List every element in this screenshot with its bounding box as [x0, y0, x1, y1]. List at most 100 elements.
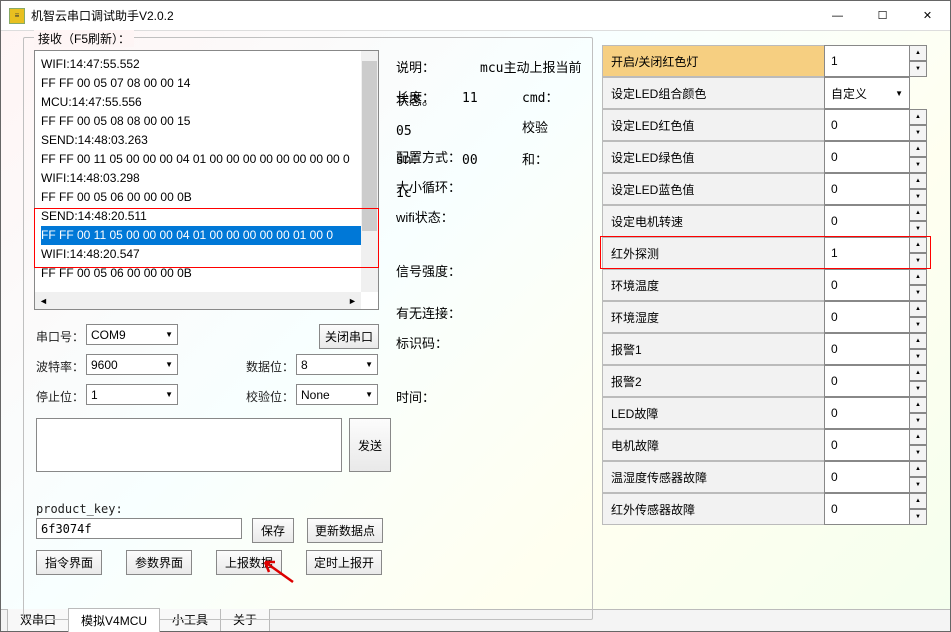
spin-up-icon[interactable]: ▲ [909, 45, 927, 61]
spin-up-icon[interactable]: ▲ [909, 141, 927, 157]
spin-up-icon[interactable]: ▲ [909, 205, 927, 221]
save-button[interactable]: 保存 [252, 518, 294, 543]
spin-down-icon[interactable]: ▼ [909, 125, 927, 141]
spinner: ▲▼ [909, 109, 927, 141]
log-line[interactable]: SEND:14:48:20.511 [41, 207, 372, 226]
property-value[interactable]: 0 [824, 301, 910, 333]
tab-sim-v4mcu[interactable]: 模拟V4MCU [68, 608, 160, 632]
close-port-button[interactable]: 关闭串口 [319, 324, 379, 349]
spin-down-icon[interactable]: ▼ [909, 381, 927, 397]
log-line[interactable]: SEND:14:48:03.263 [41, 131, 372, 150]
property-value[interactable]: 0 [824, 333, 910, 365]
port-combo[interactable]: COM9▼ [86, 324, 178, 345]
spin-up-icon[interactable]: ▲ [909, 237, 927, 253]
spin-down-icon[interactable]: ▼ [909, 189, 927, 205]
send-button[interactable]: 发送 [349, 418, 391, 472]
recv-vscroll[interactable] [361, 51, 378, 292]
property-name: 设定LED红色值 [602, 109, 825, 141]
property-list: 开启/关闭红色灯1▲▼设定LED组合颜色自定义▼设定LED红色值0▲▼设定LED… [602, 45, 928, 525]
property-value[interactable]: 自定义▼ [824, 77, 910, 109]
property-value[interactable]: 0 [824, 365, 910, 397]
databit-combo[interactable]: 8▼ [296, 354, 378, 375]
spin-down-icon[interactable]: ▼ [909, 349, 927, 365]
scroll-right-icon[interactable]: ► [344, 292, 361, 309]
log-line[interactable]: FF FF 00 05 08 08 00 00 15 [41, 112, 372, 131]
property-value[interactable]: 0 [824, 173, 910, 205]
property-value[interactable]: 0 [824, 429, 910, 461]
log-line[interactable]: FF FF 00 05 06 00 00 00 0B [41, 188, 372, 207]
recv-log[interactable]: WIFI:14:47:55.552FF FF 00 05 07 08 00 00… [34, 50, 379, 310]
spin-up-icon[interactable]: ▲ [909, 429, 927, 445]
spin-down-icon[interactable]: ▼ [909, 509, 927, 525]
wifi-label: wifi状态： [396, 202, 462, 234]
spin-up-icon[interactable]: ▲ [909, 269, 927, 285]
chevron-down-icon: ▼ [365, 390, 373, 399]
spin-down-icon[interactable]: ▼ [909, 413, 927, 429]
property-row: 报警10▲▼ [602, 333, 928, 365]
spin-down-icon[interactable]: ▼ [909, 477, 927, 493]
log-line[interactable]: WIFI:14:47:55.552 [41, 55, 372, 74]
chevron-down-icon: ▼ [895, 89, 903, 98]
property-name: LED故障 [602, 397, 825, 429]
property-value[interactable]: 0 [824, 109, 910, 141]
spin-up-icon[interactable]: ▲ [909, 397, 927, 413]
log-line[interactable]: WIFI:14:48:03.298 [41, 169, 372, 188]
property-value[interactable]: 0 [824, 205, 910, 237]
spin-down-icon[interactable]: ▼ [909, 285, 927, 301]
spin-up-icon[interactable]: ▲ [909, 493, 927, 509]
log-line[interactable]: WIFI:14:48:20.547 [41, 245, 372, 264]
recv-hscroll[interactable]: ◄ ► [35, 292, 361, 309]
spinner: ▲▼ [909, 173, 927, 205]
spin-down-icon[interactable]: ▼ [909, 157, 927, 173]
property-row: 设定LED蓝色值0▲▼ [602, 173, 928, 205]
port-label: 串口号： [36, 328, 84, 345]
spin-down-icon[interactable]: ▼ [909, 253, 927, 269]
spin-down-icon[interactable]: ▼ [909, 221, 927, 237]
property-name: 设定电机转速 [602, 205, 825, 237]
send-textarea[interactable] [36, 418, 342, 472]
baud-combo[interactable]: 9600▼ [86, 354, 178, 375]
maximize-button[interactable]: ☐ [860, 1, 905, 30]
pk-input[interactable]: 6f3074f [36, 518, 242, 539]
stop-label: 停止位： [36, 388, 84, 405]
spin-down-icon[interactable]: ▼ [909, 61, 927, 77]
spin-down-icon[interactable]: ▼ [909, 317, 927, 333]
spin-down-icon[interactable]: ▼ [909, 445, 927, 461]
pk-label: product_key: [36, 502, 123, 516]
property-value[interactable]: 0 [824, 269, 910, 301]
update-dp-button[interactable]: 更新数据点 [307, 518, 383, 543]
property-value[interactable]: 1 [824, 237, 910, 269]
close-button[interactable]: ✕ [905, 1, 950, 30]
cmd-ui-button[interactable]: 指令界面 [36, 550, 102, 575]
spin-up-icon[interactable]: ▲ [909, 173, 927, 189]
spin-up-icon[interactable]: ▲ [909, 333, 927, 349]
log-line[interactable]: FF FF 00 11 05 00 00 00 04 01 00 00 00 0… [41, 226, 372, 245]
spin-up-icon[interactable]: ▲ [909, 301, 927, 317]
log-line[interactable]: FF FF 00 05 07 08 00 00 14 [41, 74, 372, 93]
log-line[interactable]: FF FF 00 05 06 00 00 00 0B [41, 264, 372, 283]
scroll-left-icon[interactable]: ◄ [35, 292, 52, 309]
spin-up-icon[interactable]: ▲ [909, 365, 927, 381]
property-value[interactable]: 0 [824, 397, 910, 429]
minimize-button[interactable]: — [815, 1, 860, 30]
conn-label: 有无连接： [396, 298, 462, 330]
property-name: 环境湿度 [602, 301, 825, 333]
parity-combo[interactable]: None▼ [296, 384, 378, 405]
property-value[interactable]: 0 [824, 141, 910, 173]
property-row: 开启/关闭红色灯1▲▼ [602, 45, 928, 77]
spin-up-icon[interactable]: ▲ [909, 461, 927, 477]
chevron-down-icon: ▼ [165, 390, 173, 399]
property-value[interactable]: 1 [824, 45, 910, 77]
report-button[interactable]: 上报数据 [216, 550, 282, 575]
spinner: ▲▼ [909, 237, 927, 269]
log-line[interactable]: FF FF 00 11 05 00 00 00 04 01 00 00 00 0… [41, 150, 372, 169]
spin-up-icon[interactable]: ▲ [909, 109, 927, 125]
timer-report-button[interactable]: 定时上报开 [306, 550, 382, 575]
property-value[interactable]: 0 [824, 461, 910, 493]
log-line[interactable]: MCU:14:47:55.556 [41, 93, 372, 112]
stop-combo[interactable]: 1▼ [86, 384, 178, 405]
property-value[interactable]: 0 [824, 493, 910, 525]
property-name: 红外探测 [602, 237, 825, 269]
param-ui-button[interactable]: 参数界面 [126, 550, 192, 575]
property-row: LED故障0▲▼ [602, 397, 928, 429]
